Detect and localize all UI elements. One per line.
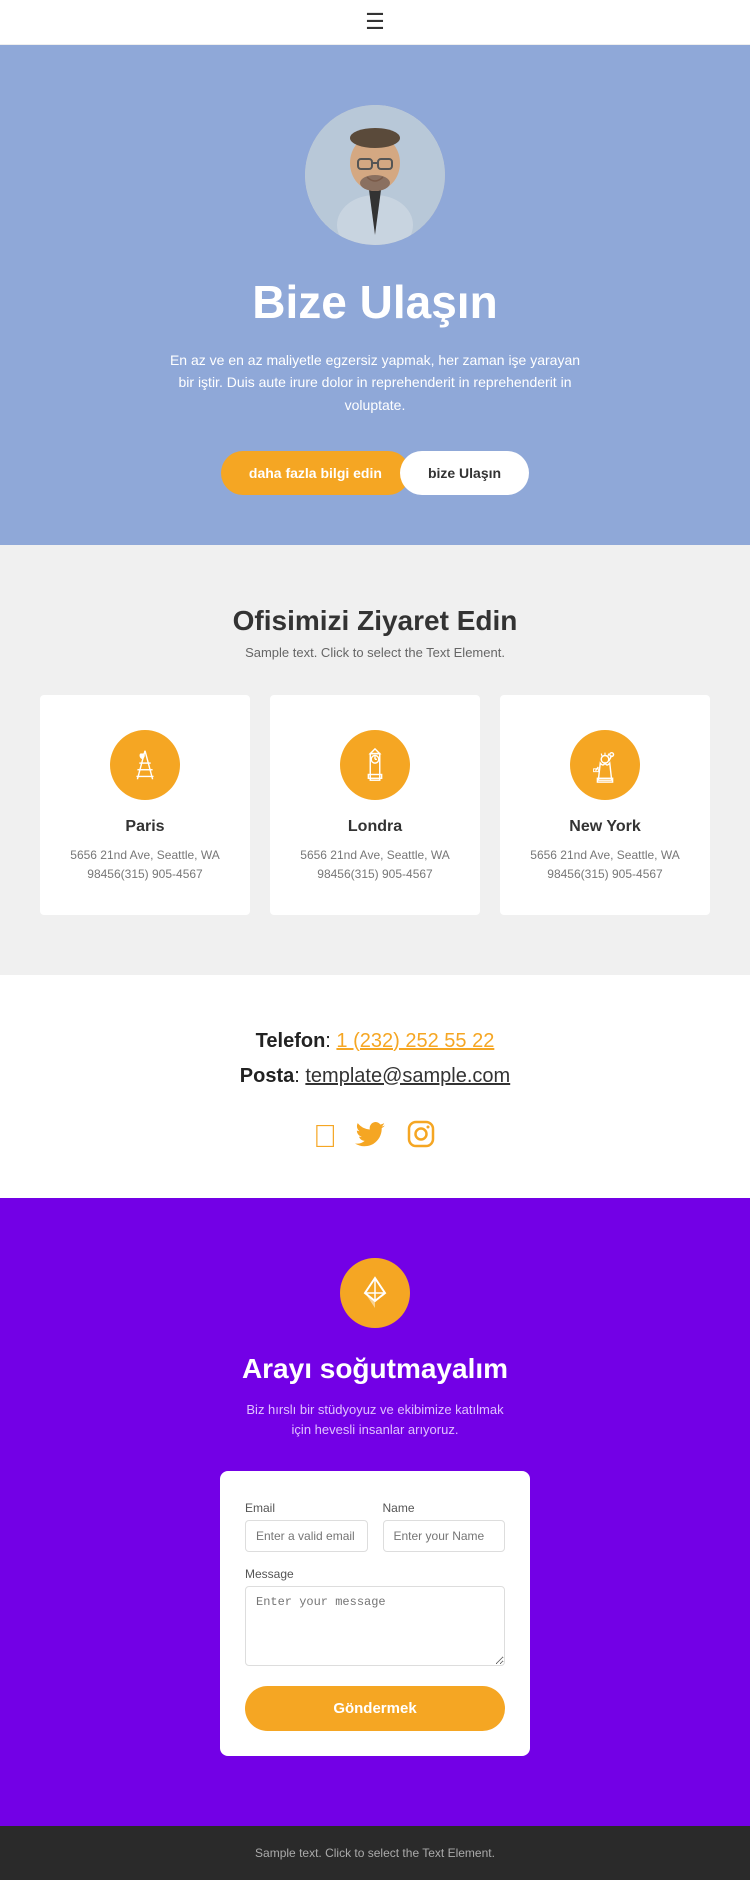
avatar xyxy=(305,105,445,245)
paris-address: 5656 21nd Ave, Seattle, WA98456(315) 905… xyxy=(60,846,230,884)
cta-logo-circle xyxy=(340,1258,410,1328)
message-group: Message xyxy=(245,1567,505,1686)
contact-email: Posta: template@sample.com xyxy=(20,1065,730,1088)
email-group: Email xyxy=(245,1501,368,1552)
phone-label: Telefon xyxy=(256,1030,326,1052)
facebook-icon[interactable]:  xyxy=(313,1118,337,1158)
name-input[interactable] xyxy=(383,1520,506,1552)
contact-section: Telefon: 1 (232) 252 55 22 Posta: templa… xyxy=(0,975,750,1198)
submit-button[interactable]: Göndermek xyxy=(245,1686,505,1731)
london-address: 5656 21nd Ave, Seattle, WA98456(315) 905… xyxy=(290,846,460,884)
message-textarea[interactable] xyxy=(245,1586,505,1666)
hamburger-icon[interactable]: ☰ xyxy=(365,9,385,35)
social-icons:  xyxy=(20,1118,730,1158)
twitter-svg xyxy=(355,1118,387,1150)
office-cards: Paris 5656 21nd Ave, Seattle, WA98456(31… xyxy=(30,695,720,914)
cta-description: Biz hırslı bir stüdyoyuz ve ekibimize ka… xyxy=(245,1400,505,1442)
message-form-label: Message xyxy=(245,1567,505,1581)
phone-link[interactable]: 1 (232) 252 55 22 xyxy=(336,1030,494,1052)
newyork-icon xyxy=(586,746,624,784)
newyork-city: New York xyxy=(520,818,690,836)
email-label: Posta xyxy=(240,1065,294,1087)
form-row-top: Email Name xyxy=(245,1501,505,1552)
london-icon-circle xyxy=(340,730,410,800)
newyork-icon-circle xyxy=(570,730,640,800)
twitter-icon[interactable] xyxy=(355,1118,387,1158)
name-form-label: Name xyxy=(383,1501,506,1515)
london-icon xyxy=(356,746,394,784)
office-card-newyork: New York 5656 21nd Ave, Seattle, WA98456… xyxy=(500,695,710,914)
hero-description: En az ve en az maliyetle egzersiz yapmak… xyxy=(165,349,585,416)
office-section: Ofisimizi Ziyaret Edin Sample text. Clic… xyxy=(0,545,750,974)
footer-text: Sample text. Click to select the Text El… xyxy=(20,1846,730,1860)
paris-city: Paris xyxy=(60,818,230,836)
office-card-london: Londra 5656 21nd Ave, Seattle, WA98456(3… xyxy=(270,695,480,914)
contact-button[interactable]: bize Ulaşın xyxy=(400,451,529,495)
email-link[interactable]: template@sample.com xyxy=(305,1065,510,1087)
email-input[interactable] xyxy=(245,1520,368,1552)
contact-form: Email Name Message Göndermek xyxy=(220,1471,530,1756)
cta-section: Arayı soğutmayalım Biz hırslı bir stüdyo… xyxy=(0,1198,750,1827)
hero-section: Bize Ulaşın En az ve en az maliyetle egz… xyxy=(0,45,750,545)
email-form-label: Email xyxy=(245,1501,368,1515)
cta-title: Arayı soğutmayalım xyxy=(20,1353,730,1385)
newyork-address: 5656 21nd Ave, Seattle, WA98456(315) 905… xyxy=(520,846,690,884)
hero-title: Bize Ulaşın xyxy=(20,275,730,329)
more-info-button[interactable]: daha fazla bilgi edin xyxy=(221,451,410,495)
contact-phone: Telefon: 1 (232) 252 55 22 xyxy=(20,1030,730,1053)
office-subtitle: Sample text. Click to select the Text El… xyxy=(30,645,720,660)
hero-buttons: daha fazla bilgi edin bize Ulaşın xyxy=(20,451,730,495)
instagram-icon[interactable] xyxy=(405,1118,437,1158)
avatar-image xyxy=(305,105,445,245)
footer: Sample text. Click to select the Text El… xyxy=(0,1826,750,1880)
paris-icon xyxy=(126,746,164,784)
cta-logo-icon xyxy=(355,1273,395,1313)
office-title: Ofisimizi Ziyaret Edin xyxy=(30,605,720,637)
london-city: Londra xyxy=(290,818,460,836)
name-group: Name xyxy=(383,1501,506,1552)
instagram-svg xyxy=(405,1118,437,1150)
paris-icon-circle xyxy=(110,730,180,800)
office-card-paris: Paris 5656 21nd Ave, Seattle, WA98456(31… xyxy=(40,695,250,914)
navbar: ☰ xyxy=(0,0,750,45)
